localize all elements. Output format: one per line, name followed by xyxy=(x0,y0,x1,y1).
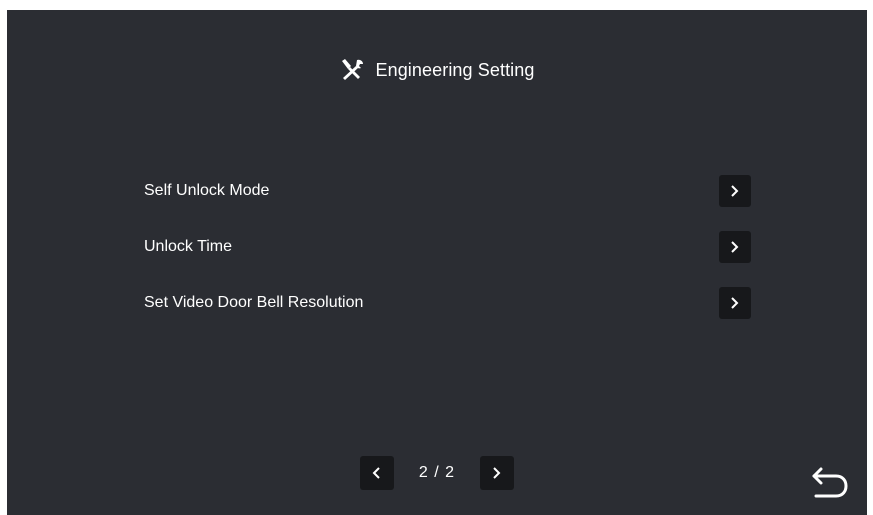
header: Engineering Setting xyxy=(7,58,867,82)
chevron-right-icon xyxy=(731,297,739,309)
open-self-unlock-mode-button[interactable] xyxy=(719,175,751,207)
chevron-right-icon xyxy=(493,467,501,479)
menu-item-self-unlock-mode[interactable]: Self Unlock Mode xyxy=(144,163,751,219)
open-video-door-bell-resolution-button[interactable] xyxy=(719,287,751,319)
menu-item-label: Set Video Door Bell Resolution xyxy=(144,294,364,311)
page-indicator: 2 / 2 xyxy=(418,464,456,481)
menu-item-label: Unlock Time xyxy=(144,238,233,255)
previous-page-button[interactable] xyxy=(360,456,394,490)
chevron-right-icon xyxy=(731,241,739,253)
menu-item-video-door-bell-resolution[interactable]: Set Video Door Bell Resolution xyxy=(144,275,751,331)
pagination: 2 / 2 xyxy=(7,456,867,490)
chevron-right-icon xyxy=(731,185,739,197)
tools-icon xyxy=(339,58,365,82)
open-unlock-time-button[interactable] xyxy=(719,231,751,263)
back-button[interactable] xyxy=(805,463,853,503)
chevron-left-icon xyxy=(372,467,380,479)
page-title: Engineering Setting xyxy=(375,59,535,80)
back-arrow-icon xyxy=(812,467,848,498)
menu-item-unlock-time[interactable]: Unlock Time xyxy=(144,219,751,275)
settings-menu: Self Unlock Mode Unlock Time Set Video D… xyxy=(144,163,751,331)
engineering-setting-screen: Engineering Setting Self Unlock Mode Unl… xyxy=(7,10,867,515)
menu-item-label: Self Unlock Mode xyxy=(144,182,270,199)
next-page-button[interactable] xyxy=(480,456,514,490)
